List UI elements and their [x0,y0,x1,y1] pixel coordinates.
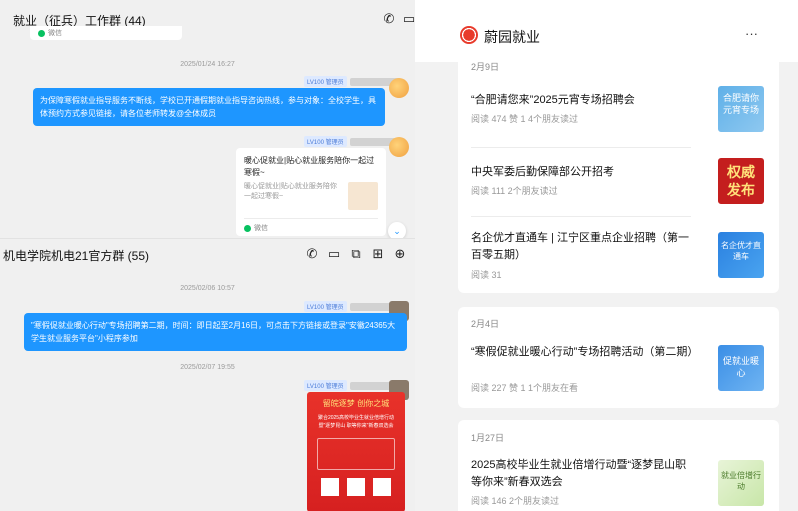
article-thumbnail: 促就业暖心 [718,345,764,391]
group-date: 2月9日 [471,62,500,72]
avatar[interactable] [389,78,409,98]
article-thumbnail: 权威发布 [718,158,764,204]
poster-line2: 暨"逐梦昆山 职等你来"新春双选会 [318,423,394,429]
group-date: 2月4日 [471,319,500,329]
avatar[interactable] [389,137,409,157]
poster-slogan: 留皖逐梦 创你之城 [322,399,390,408]
phone-call-icon[interactable]: ✆ [382,12,396,26]
article-title: 名企优才直通车 | 江宁区重点企业招聘（第一百零五期） [471,232,689,261]
qr-code-icon [347,478,365,496]
message-timestamp: 2025/02/07 19:55 [180,364,235,371]
poster-info-box [317,438,395,470]
chat-window-class-group: 机电学院机电21官方群 (55) ✆ ▭ ⧉ ⊞ ⊕ 2025/02/06 10… [0,238,415,511]
link-card[interactable]: 暖心促就业|贴心就业服务陪你一起过寒假~ 暖心促就业|贴心就业服务陪你一起过寒假… [236,148,386,236]
message-bubble[interactable]: "寒假促就业暖心行动"专场招聘第二期，时间：即日起至2月16日，可点击下方链接或… [24,313,407,351]
admin-badge: LV100 管理员 [304,380,347,391]
more-options-icon[interactable]: ··· [745,26,758,41]
article-item[interactable]: “寒假促就业暖心行动”专场招聘活动（第二期） 阅读 227 赞 1 1个朋友在看… [471,341,771,401]
article-item[interactable]: “合肥请您来”2025元宵专场招聘会 阅读 474 赞 1 4个朋友读过 合肥请… [471,86,771,146]
card-source: 微信 [244,223,268,233]
chat-window-employment-group: 就业（征兵）工作群 (44) ✆ ▭ 微信 2025/01/24 16:27 L… [0,0,415,238]
link-card-title: 暖心促就业|贴心就业服务陪你一起过寒假~ [244,156,375,177]
article-title: “合肥请您来”2025元宵专场招聘会 [471,94,635,106]
article-item[interactable]: 2025高校毕业生就业倍增行动暨“逐梦昆山职等你来”新春双选会 阅读 146 2… [471,454,771,510]
video-call-icon[interactable]: ▭ [402,12,415,26]
scroll-down-button[interactable]: ⌄ [388,222,406,238]
link-card-thumbnail [348,182,378,210]
group-date: 1月27日 [471,433,505,443]
link-card-desc: 暖心促就业|贴心就业服务陪你一起过寒假~ [244,183,337,200]
article-group-feb4: 2月4日 “寒假促就业暖心行动”专场招聘活动（第二期） 阅读 227 赞 1 1… [458,307,779,408]
article-meta: 阅读 111 2个朋友读过 [471,186,558,196]
article-item[interactable]: 名企优才直通车 | 江宁区重点企业招聘（第一百零五期） 阅读 31 名企优才直通… [471,228,771,284]
official-account-panel: 蔚园就业 ··· 2月9日 “合肥请您来”2025元宵专场招聘会 阅读 474 … [415,0,798,511]
account-logo-icon [460,26,478,44]
article-title: “寒假促就业暖心行动”专场招聘活动（第二期） [471,346,699,358]
previous-card[interactable]: 微信 [30,26,182,40]
qr-code-icon [373,478,391,496]
article-thumbnail: 就业倍增行动 [718,460,764,506]
article-group-jan27: 1月27日 2025高校毕业生就业倍增行动暨“逐梦昆山职等你来”新春双选会 阅读… [458,420,779,511]
sender-meta: LV100 管理员 [304,136,400,147]
qr-code-icon [321,478,339,496]
video-call-icon[interactable]: ▭ [327,247,341,261]
apps-icon[interactable]: ⊞ [371,247,385,261]
screen-share-icon[interactable]: ⧉ [349,247,363,261]
article-item[interactable]: 中央军委后勤保障部公开招考 阅读 111 2个朋友读过 权威发布 [471,158,771,208]
article-title: 2025高校毕业生就业倍增行动暨“逐梦昆山职等你来”新春双选会 [471,459,687,488]
add-member-icon[interactable]: ⊕ [393,247,407,261]
admin-badge: LV100 管理员 [304,76,347,87]
poster-image[interactable]: 留皖逐梦 创你之城 聚合2025高校毕业生就业倍增行动 暨"逐梦昆山 职等你来"… [307,392,405,511]
article-meta: 阅读 31 [471,270,502,280]
message-bubble[interactable]: 为保障寒假就业指导服务不断线，学校已开通假期就业指导咨询热线，参与对象：全校学生… [33,88,385,126]
article-thumbnail: 合肥请你 元宵专场 [718,86,764,132]
phone-call-icon[interactable]: ✆ [305,247,319,261]
message-timestamp: 2025/01/24 16:27 [180,61,235,68]
chat-title: 机电学院机电21官方群 (55) [3,249,150,263]
article-thumbnail: 名企优才直通车 [718,232,764,278]
article-meta: 阅读 227 赞 1 1个朋友在看 [471,383,579,393]
account-name[interactable]: 蔚园就业 [484,27,540,47]
card-source: 微信 [38,28,62,38]
article-meta: 阅读 146 2个朋友读过 [471,496,560,506]
article-group-feb9: 2月9日 “合肥请您来”2025元宵专场招聘会 阅读 474 赞 1 4个朋友读… [458,52,779,293]
article-title: 中央军委后勤保障部公开招考 [471,166,614,178]
admin-badge: LV100 管理员 [304,301,347,312]
message-timestamp: 2025/02/06 10:57 [180,285,235,292]
wechat-icon [38,29,45,37]
admin-badge: LV100 管理员 [304,136,347,147]
poster-line1: 聚合2025高校毕业生就业倍增行动 [317,415,395,421]
article-meta: 阅读 474 赞 1 4个朋友读过 [471,114,579,124]
sender-meta: LV100 管理员 [304,76,400,87]
wechat-icon [244,224,251,232]
